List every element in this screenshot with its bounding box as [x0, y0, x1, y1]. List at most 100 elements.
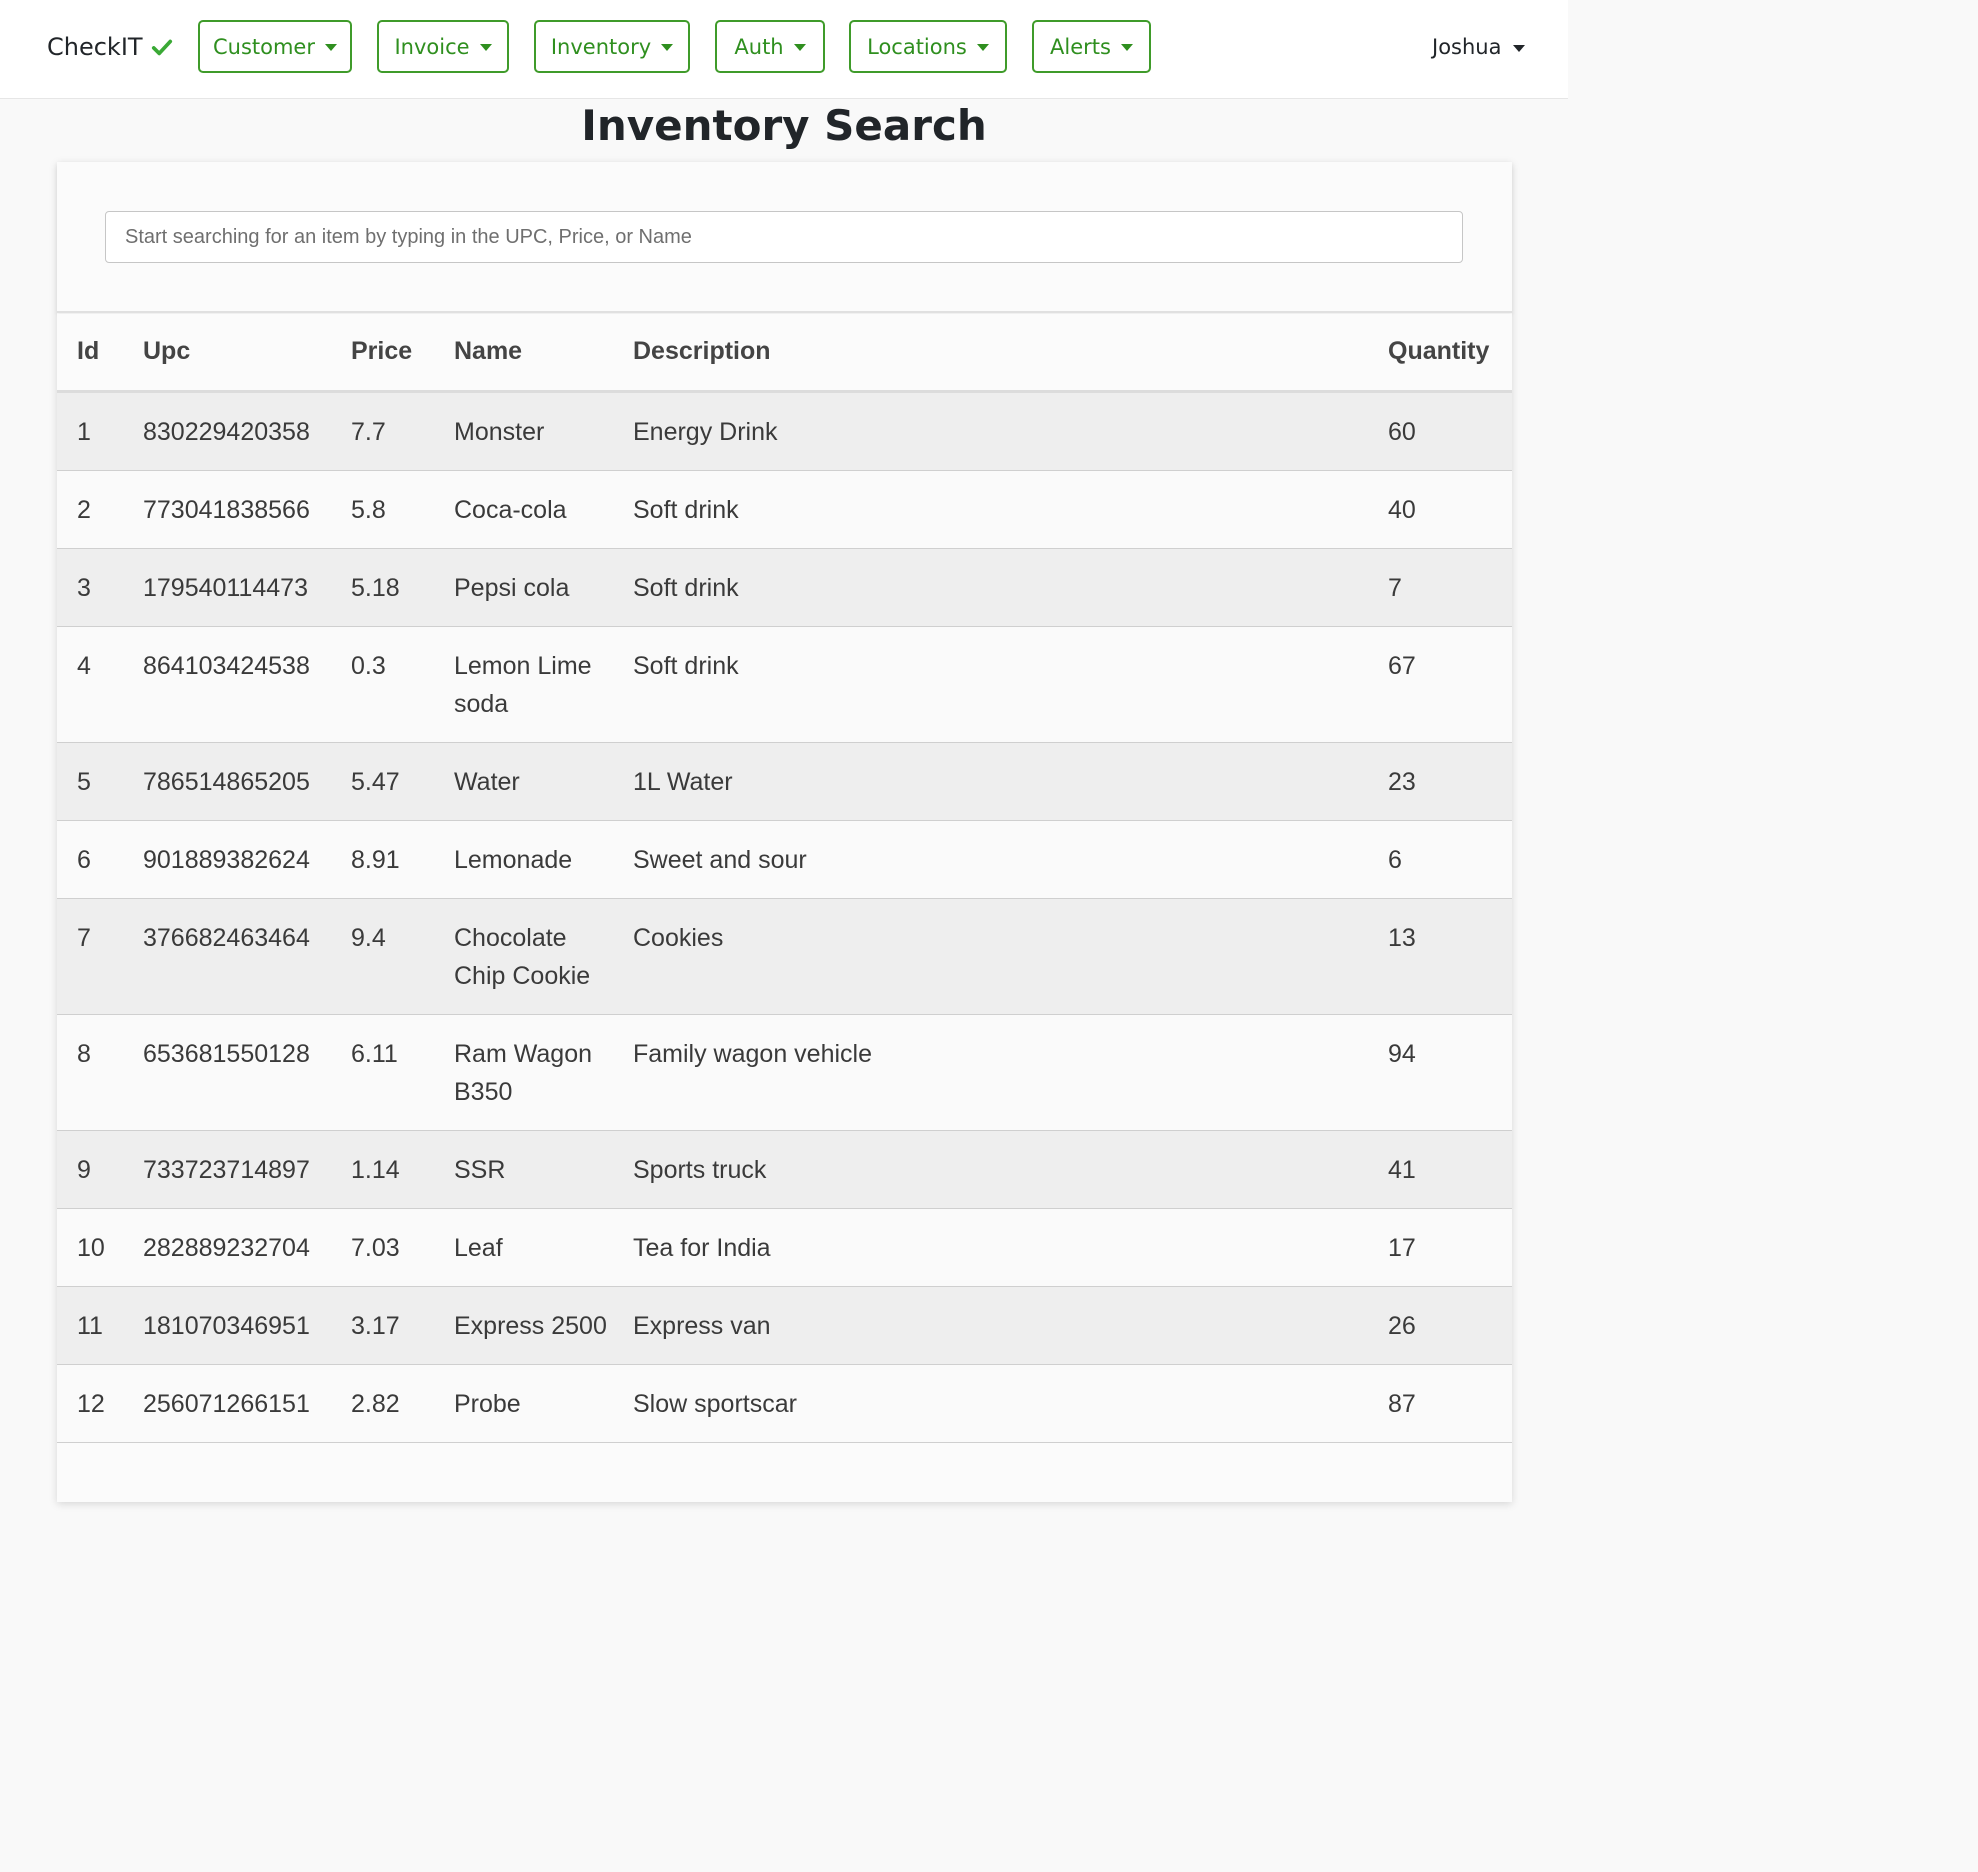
- table-row[interactable]: 3 179540114473 5.18 Pepsi cola Soft drink 7: [57, 548, 1512, 627]
- cell-upc: 830229420358: [123, 391, 331, 471]
- cell-id: 2: [57, 470, 123, 549]
- cell-description: Sports truck: [613, 1130, 1368, 1209]
- cell-id: 7: [57, 898, 123, 1015]
- customer-menu-label: Customer: [212, 34, 315, 59]
- cell-price: 7.03: [331, 1208, 434, 1287]
- chevron-down-icon: [479, 44, 492, 51]
- table-row[interactable]: 2 773041838566 5.8 Coca-cola Soft drink 40: [57, 470, 1512, 549]
- cell-price: 3.17: [331, 1286, 434, 1365]
- inventory-menu-button[interactable]: Inventory: [534, 20, 690, 73]
- cell-description: Express van: [613, 1286, 1368, 1365]
- cell-id: 6: [57, 820, 123, 899]
- table-row[interactable]: 11 181070346951 3.17 Express 2500 Express va…: [57, 1286, 1512, 1365]
- cell-quantity: 40: [1368, 470, 1512, 549]
- cell-description: Cookies: [613, 898, 1368, 1015]
- table-row[interactable]: 6 901889382624 8.91 Lemonade Sweet and sour 6: [57, 820, 1512, 899]
- table-row[interactable]: 10 282889232704 7.03 Leaf Tea for India 17: [57, 1208, 1512, 1287]
- table-row[interactable]: 9 733723714897 1.14 SSR Sports truck 41: [57, 1130, 1512, 1209]
- cell-name: Express 2500: [434, 1286, 613, 1365]
- column-header-price[interactable]: Price: [331, 314, 434, 393]
- cell-name: SSR: [434, 1130, 613, 1209]
- invoice-menu-button[interactable]: Invoice: [377, 20, 509, 73]
- checkmark-icon: [151, 39, 172, 56]
- cell-price: 5.47: [331, 742, 434, 821]
- cell-description: Soft drink: [613, 470, 1368, 549]
- column-header-id[interactable]: Id: [57, 314, 123, 393]
- auth-menu-button[interactable]: Auth: [715, 20, 825, 73]
- table-row[interactable]: 5 786514865205 5.47 Water 1L Water 23: [57, 742, 1512, 821]
- cell-quantity: 94: [1368, 1014, 1512, 1131]
- cell-id: 10: [57, 1208, 123, 1287]
- table-row[interactable]: 1 830229420358 7.7 Monster Energy Drink 60: [57, 391, 1512, 471]
- table-header-row: Id Upc Price Name Description Quantity: [57, 314, 1512, 393]
- cell-name: Water: [434, 742, 613, 821]
- brand-name: CheckIT: [47, 33, 143, 61]
- cell-id: 4: [57, 626, 123, 743]
- chevron-down-icon: [976, 44, 989, 51]
- inventory-card: Id Upc Price Name Description Quantity 1…: [57, 162, 1512, 1502]
- alerts-menu-label: Alerts: [1050, 34, 1111, 59]
- cell-upc: 786514865205: [123, 742, 331, 821]
- brand-logo[interactable]: CheckIT: [47, 30, 173, 64]
- column-header-upc[interactable]: Upc: [123, 314, 331, 393]
- cell-description: Sweet and sour: [613, 820, 1368, 899]
- cell-quantity: 17: [1368, 1208, 1512, 1287]
- cell-quantity: 6: [1368, 820, 1512, 899]
- cell-description: Soft drink: [613, 626, 1368, 743]
- cell-id: 3: [57, 548, 123, 627]
- cell-id: 5: [57, 742, 123, 821]
- cell-description: Soft drink: [613, 548, 1368, 627]
- cell-upc: 179540114473: [123, 548, 331, 627]
- page-title: Inventory Search: [581, 101, 987, 150]
- cell-description: Energy Drink: [613, 391, 1368, 471]
- chevron-down-icon: [1513, 44, 1526, 52]
- chevron-down-icon: [793, 44, 806, 51]
- cell-upc: 773041838566: [123, 470, 331, 549]
- cell-description: Tea for India: [613, 1208, 1368, 1287]
- cell-price: 0.3: [331, 626, 434, 743]
- cell-description: Family wagon vehicle: [613, 1014, 1368, 1131]
- cell-price: 9.4: [331, 898, 434, 1015]
- table-row[interactable]: 7 376682463464 9.4 Chocolate Chip Cookie Coo…: [57, 898, 1512, 1015]
- customer-menu-button[interactable]: Customer: [198, 20, 352, 73]
- cell-price: 2.82: [331, 1364, 434, 1443]
- cell-price: 7.7: [331, 391, 434, 471]
- table-row[interactable]: 12 256071266151 2.82 Probe Slow sportscar 87: [57, 1364, 1512, 1443]
- cell-name: Monster: [434, 391, 613, 471]
- inventory-menu-label: Inventory: [550, 34, 652, 59]
- cell-id: 8: [57, 1014, 123, 1131]
- cell-name: Coca-cola: [434, 470, 613, 549]
- cell-quantity: 26: [1368, 1286, 1512, 1365]
- user-menu[interactable]: Joshua: [1432, 30, 1526, 64]
- cell-upc: 181070346951: [123, 1286, 331, 1365]
- search-input[interactable]: [105, 211, 1463, 263]
- cell-price: 5.8: [331, 470, 434, 549]
- cell-quantity: 41: [1368, 1130, 1512, 1209]
- chevron-down-icon: [661, 44, 674, 51]
- chevron-down-icon: [1120, 44, 1133, 51]
- search-panel: [57, 162, 1512, 313]
- cell-upc: 256071266151: [123, 1364, 331, 1443]
- cell-id: 9: [57, 1130, 123, 1209]
- cell-id: 1: [57, 391, 123, 471]
- column-header-quantity[interactable]: Quantity: [1368, 314, 1512, 393]
- column-header-description[interactable]: Description: [613, 314, 1368, 393]
- cell-name: Pepsi cola: [434, 548, 613, 627]
- alerts-menu-button[interactable]: Alerts: [1032, 20, 1151, 73]
- cell-quantity: 87: [1368, 1364, 1512, 1443]
- table-row[interactable]: 8 653681550128 6.11 Ram Wagon B350 Family wa…: [57, 1014, 1512, 1131]
- cell-price: 6.11: [331, 1014, 434, 1131]
- table-row[interactable]: 4 864103424538 0.3 Lemon Lime soda Soft drin…: [57, 626, 1512, 743]
- cell-id: 12: [57, 1364, 123, 1443]
- cell-upc: 733723714897: [123, 1130, 331, 1209]
- cell-description: 1L Water: [613, 742, 1368, 821]
- auth-menu-label: Auth: [734, 34, 784, 59]
- cell-quantity: 13: [1368, 898, 1512, 1015]
- locations-menu-button[interactable]: Locations: [849, 20, 1007, 73]
- inventory-table: Id Upc Price Name Description Quantity 1…: [57, 314, 1512, 1443]
- column-header-name[interactable]: Name: [434, 314, 613, 393]
- table-body: 1 830229420358 7.7 Monster Energy Drink 60 2 77…: [57, 391, 1512, 1443]
- cell-name: Probe: [434, 1364, 613, 1443]
- chevron-down-icon: [325, 44, 337, 51]
- cell-name: Ram Wagon B350: [434, 1014, 613, 1131]
